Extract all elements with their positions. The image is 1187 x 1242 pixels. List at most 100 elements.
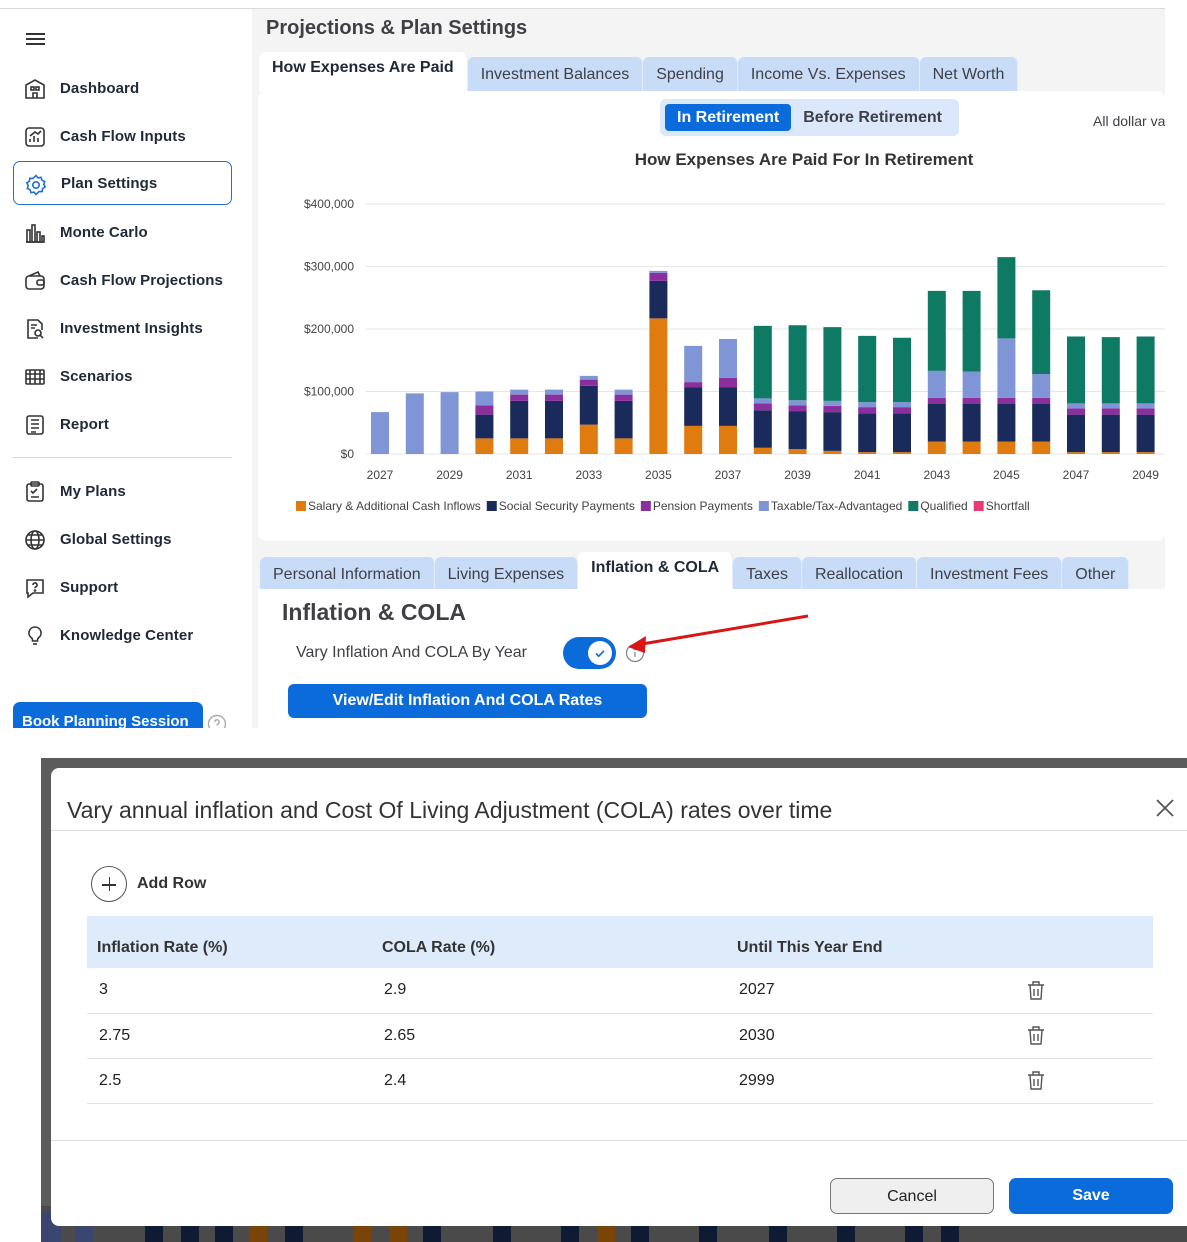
inflation-rate-cell[interactable]: 2.75 <box>87 1013 372 1059</box>
stacked-bar-chart: $0 $100,000 $200,000 $300,000 $400,000 2027 20… <box>296 197 1165 513</box>
tab-how-expenses-are-paid[interactable]: How Expenses Are Paid <box>259 52 468 92</box>
bar-segment <box>614 400 633 439</box>
modal-screenshot: Vary annual inflation and Cost Of Living… <box>41 758 1187 1242</box>
wallet-icon <box>25 270 45 290</box>
sidebar-item-plan-settings[interactable]: Plan Settings <box>13 161 232 205</box>
x-tick-label: 2035 <box>645 468 672 482</box>
hamburger-menu-icon[interactable] <box>26 33 46 47</box>
vary-inflation-switch[interactable] <box>563 637 616 669</box>
sidebar-item-dashboard[interactable]: Dashboard <box>13 66 232 110</box>
column-header-actions <box>1015 916 1153 968</box>
bar-segment <box>719 339 737 378</box>
legend-swatch <box>486 501 497 511</box>
tab-other[interactable]: Other <box>1062 557 1130 592</box>
cancel-button[interactable]: Cancel <box>830 1178 994 1214</box>
tab-inflation-cola[interactable]: Inflation & COLA <box>578 552 734 592</box>
until-year-cell[interactable]: 2027 <box>727 968 1015 1014</box>
vary-rates-modal: Vary annual inflation and Cost Of Living… <box>51 768 1187 1226</box>
tab-net-worth[interactable]: Net Worth <box>919 57 1019 92</box>
tab-living-expenses[interactable]: Living Expenses <box>434 557 579 592</box>
tab-spending[interactable]: Spending <box>643 57 738 92</box>
rates-table: Inflation Rate (%) COLA Rate (%) Until T… <box>87 916 1153 1104</box>
bar-segment <box>1101 337 1120 404</box>
x-tick-label: 2037 <box>715 468 742 482</box>
sidebar-item-cash-flow-projections[interactable]: Cash Flow Projections <box>13 258 232 302</box>
tab-reallocation[interactable]: Reallocation <box>801 557 917 592</box>
sidebar-item-report[interactable]: Report <box>13 402 232 446</box>
bar-segment <box>962 404 981 442</box>
inflation-rate-cell[interactable]: 2.5 <box>87 1058 372 1104</box>
y-tick-label: $400,000 <box>304 197 354 211</box>
bar-segment <box>858 407 877 414</box>
bar-segment <box>371 412 389 454</box>
page-title: Projections & Plan Settings <box>266 17 528 39</box>
x-tick-label: 2039 <box>784 468 811 482</box>
bar-segment <box>962 441 981 454</box>
cola-rate-cell[interactable]: 2.4 <box>372 1058 727 1104</box>
cola-rate-cell[interactable]: 2.65 <box>372 1013 727 1059</box>
trash-icon[interactable] <box>1027 980 1045 1001</box>
cash-flow-inputs-icon <box>25 127 45 147</box>
sidebar-item-label: Plan Settings <box>61 174 158 192</box>
sidebar-item-knowledge-center[interactable]: Knowledge Center <box>13 613 232 657</box>
sidebar-item-support[interactable]: Support <box>13 565 232 609</box>
bar-segment <box>1101 414 1120 453</box>
close-icon[interactable] <box>1156 799 1174 817</box>
bar-segment <box>405 393 424 454</box>
bar-segment <box>997 257 1016 339</box>
inflation-rate-cell[interactable]: 3 <box>87 968 372 1014</box>
sidebar-item-label: Cash Flow Inputs <box>60 127 186 145</box>
trash-icon[interactable] <box>1027 1025 1045 1046</box>
bar-segment <box>614 438 633 454</box>
bar-segment <box>545 438 563 454</box>
bar-segment <box>893 337 911 403</box>
cola-rate-cell[interactable]: 2.9 <box>372 968 727 1014</box>
add-row-button[interactable]: Add Row <box>91 866 206 902</box>
bar-segment <box>1067 408 1085 415</box>
book-planning-session-button[interactable]: Book Planning Session <box>13 702 203 728</box>
y-tick-label: $0 <box>341 447 355 461</box>
dashboard-icon <box>25 79 45 99</box>
legend-label: Pension Payments <box>653 499 753 513</box>
until-year-cell[interactable]: 2030 <box>727 1013 1015 1059</box>
sidebar-item-my-plans[interactable]: My Plans <box>13 469 232 513</box>
bar-segment <box>475 405 494 415</box>
legend-label: Shortfall <box>986 499 1030 513</box>
section-title: Inflation & COLA <box>282 599 466 625</box>
sidebar-item-investment-insights[interactable]: Investment Insights <box>13 306 232 350</box>
sidebar-item-cash-flow-inputs[interactable]: Cash Flow Inputs <box>13 114 232 158</box>
sidebar-item-global-settings[interactable]: Global Settings <box>13 517 232 561</box>
bar-segment <box>1136 414 1155 453</box>
tab-investment-fees[interactable]: Investment Fees <box>917 557 1063 592</box>
red-annotation-arrow <box>628 614 809 653</box>
bar-segment <box>510 400 529 439</box>
until-year-cell[interactable]: 2999 <box>727 1058 1015 1104</box>
sidebar-item-label: My Plans <box>60 482 126 500</box>
sidebar-item-scenarios[interactable]: Scenarios <box>13 354 232 398</box>
bar-segment <box>753 447 772 454</box>
bar-segment <box>1101 452 1120 454</box>
table-header-row: Inflation Rate (%) COLA Rate (%) Until T… <box>87 916 1153 968</box>
column-header-cola: COLA Rate (%) <box>372 916 727 968</box>
bar-segment <box>858 452 877 454</box>
tab-investment-balances[interactable]: Investment Balances <box>467 57 644 92</box>
bar-segment <box>579 424 598 454</box>
tab-personal-information[interactable]: Personal Information <box>260 557 435 592</box>
bar-segment <box>1101 408 1120 415</box>
sidebar-item-label: Scenarios <box>60 367 133 385</box>
trash-icon[interactable] <box>1027 1070 1045 1091</box>
tab-taxes[interactable]: Taxes <box>733 557 802 592</box>
plus-icon <box>91 866 127 902</box>
bar-segment <box>893 402 911 408</box>
actions-cell <box>1015 1013 1153 1059</box>
bar-segment <box>1067 336 1085 404</box>
sidebar-item-label: Knowledge Center <box>60 626 194 644</box>
bar-segment <box>1067 403 1085 409</box>
bar-segment <box>823 450 842 454</box>
save-button[interactable]: Save <box>1009 1178 1173 1214</box>
view-edit-rates-button[interactable]: View/Edit Inflation And COLA Rates <box>288 684 647 718</box>
tab-income-vs-expenses[interactable]: Income Vs. Expenses <box>737 57 920 92</box>
sidebar-item-monte-carlo[interactable]: Monte Carlo <box>13 210 232 254</box>
help-icon[interactable] <box>207 714 227 728</box>
bar-segment <box>1032 374 1051 398</box>
